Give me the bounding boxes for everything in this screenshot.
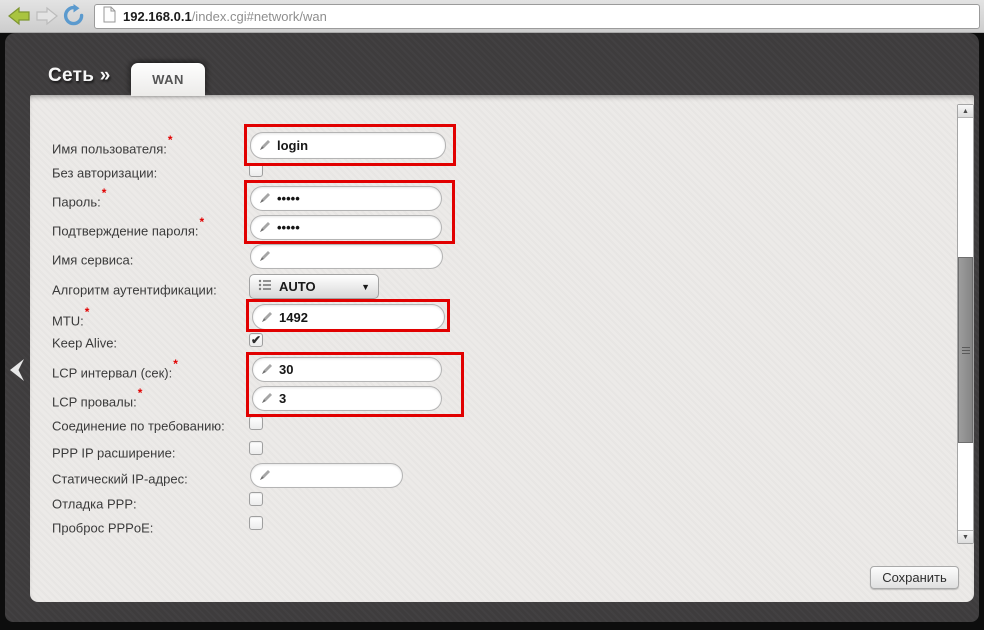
scroll-down-button[interactable]: ▼ — [958, 530, 973, 543]
tab-wan[interactable]: WAN — [131, 63, 205, 96]
username-input[interactable] — [250, 132, 446, 159]
pencil-icon — [258, 469, 271, 482]
pencil-icon — [260, 311, 273, 324]
label-dial-on-demand: Соединение по требованию: — [52, 414, 226, 430]
forward-button[interactable] — [36, 6, 60, 26]
label-no-auth: Без авторизации: — [52, 161, 158, 177]
label-pppoe-passthrough: Проброс PPPoE: — [52, 516, 154, 532]
page: 192.168.0.1/index.cgi#network/wan Сеть »… — [0, 0, 984, 630]
pencil-icon — [260, 363, 273, 376]
no-auth-checkbox[interactable] — [249, 163, 263, 177]
refresh-button[interactable] — [62, 4, 86, 28]
chevron-down-icon: ▼ — [361, 282, 370, 292]
forward-arrow-icon — [36, 13, 58, 30]
pencil-icon — [258, 250, 271, 263]
keep-alive-checkbox[interactable]: ✔ — [249, 333, 263, 347]
collapse-menu-button[interactable] — [7, 356, 27, 384]
label-ppp-debug: Отладка PPP: — [52, 492, 138, 508]
dial-on-demand-checkbox[interactable] — [249, 416, 263, 430]
label-ppp-ip-extension: PPP IP расширение: — [52, 441, 176, 457]
label-lcp-interval: LCP интервал (сек):* — [52, 361, 178, 377]
url-host: 192.168.0.1 — [123, 9, 192, 24]
save-button[interactable]: Сохранить — [870, 566, 959, 589]
label-keep-alive: Keep Alive: — [52, 331, 118, 347]
triangle-down-icon: ▼ — [962, 534, 969, 541]
password-confirm-input[interactable] — [250, 215, 442, 240]
address-bar[interactable]: 192.168.0.1/index.cgi#network/wan — [94, 4, 980, 29]
checkmark-icon: ✔ — [251, 333, 261, 347]
pppoe-passthrough-checkbox[interactable] — [249, 516, 263, 530]
lcp-fails-input[interactable] — [252, 386, 442, 411]
back-button[interactable] — [8, 6, 32, 26]
ppp-debug-checkbox[interactable] — [249, 492, 263, 506]
scrollbar[interactable]: ▲ ▼ — [957, 104, 974, 544]
document-icon — [103, 6, 116, 28]
scrollbar-thumb[interactable] — [958, 257, 973, 443]
pencil-icon — [258, 192, 271, 205]
triangle-up-icon: ▲ — [962, 108, 969, 115]
menu-section-network[interactable]: Сеть » — [48, 65, 111, 87]
pencil-icon — [258, 221, 271, 234]
password-input[interactable] — [250, 186, 442, 211]
ppp-ip-extension-checkbox[interactable] — [249, 441, 263, 455]
label-mtu: MTU:* — [52, 309, 89, 325]
list-icon — [258, 279, 272, 294]
chevron-left-icon — [7, 371, 27, 388]
label-auth-algorithm: Алгоритм аутентификации: — [52, 278, 218, 294]
lcp-interval-input[interactable] — [252, 357, 442, 382]
service-name-input[interactable] — [250, 244, 443, 269]
static-ip-input[interactable] — [250, 463, 403, 488]
refresh-icon — [62, 14, 85, 31]
wan-settings-panel: Имя пользователя:* Без авторизации: Паро… — [30, 95, 974, 602]
label-password-confirm: Подтверждение пароля:* — [52, 219, 204, 235]
browser-toolbar: 192.168.0.1/index.cgi#network/wan — [0, 0, 984, 33]
grip-icon — [962, 350, 970, 351]
mtu-input[interactable] — [252, 304, 445, 330]
label-static-ip: Статический IP-адрес: — [52, 467, 189, 483]
label-username: Имя пользователя:* — [52, 137, 173, 153]
auth-algorithm-select[interactable]: AUTO ▼ — [249, 274, 379, 299]
scroll-up-button[interactable]: ▲ — [958, 105, 973, 118]
label-lcp-fails: LCP провалы:* — [52, 390, 142, 406]
pencil-icon — [258, 139, 271, 152]
label-service-name: Имя сервиса: — [52, 248, 134, 264]
label-password: Пароль:* — [52, 190, 106, 206]
back-arrow-icon — [8, 13, 30, 30]
pencil-icon — [260, 392, 273, 405]
selected-option: AUTO — [279, 279, 316, 294]
url-path: /index.cgi#network/wan — [192, 9, 327, 24]
